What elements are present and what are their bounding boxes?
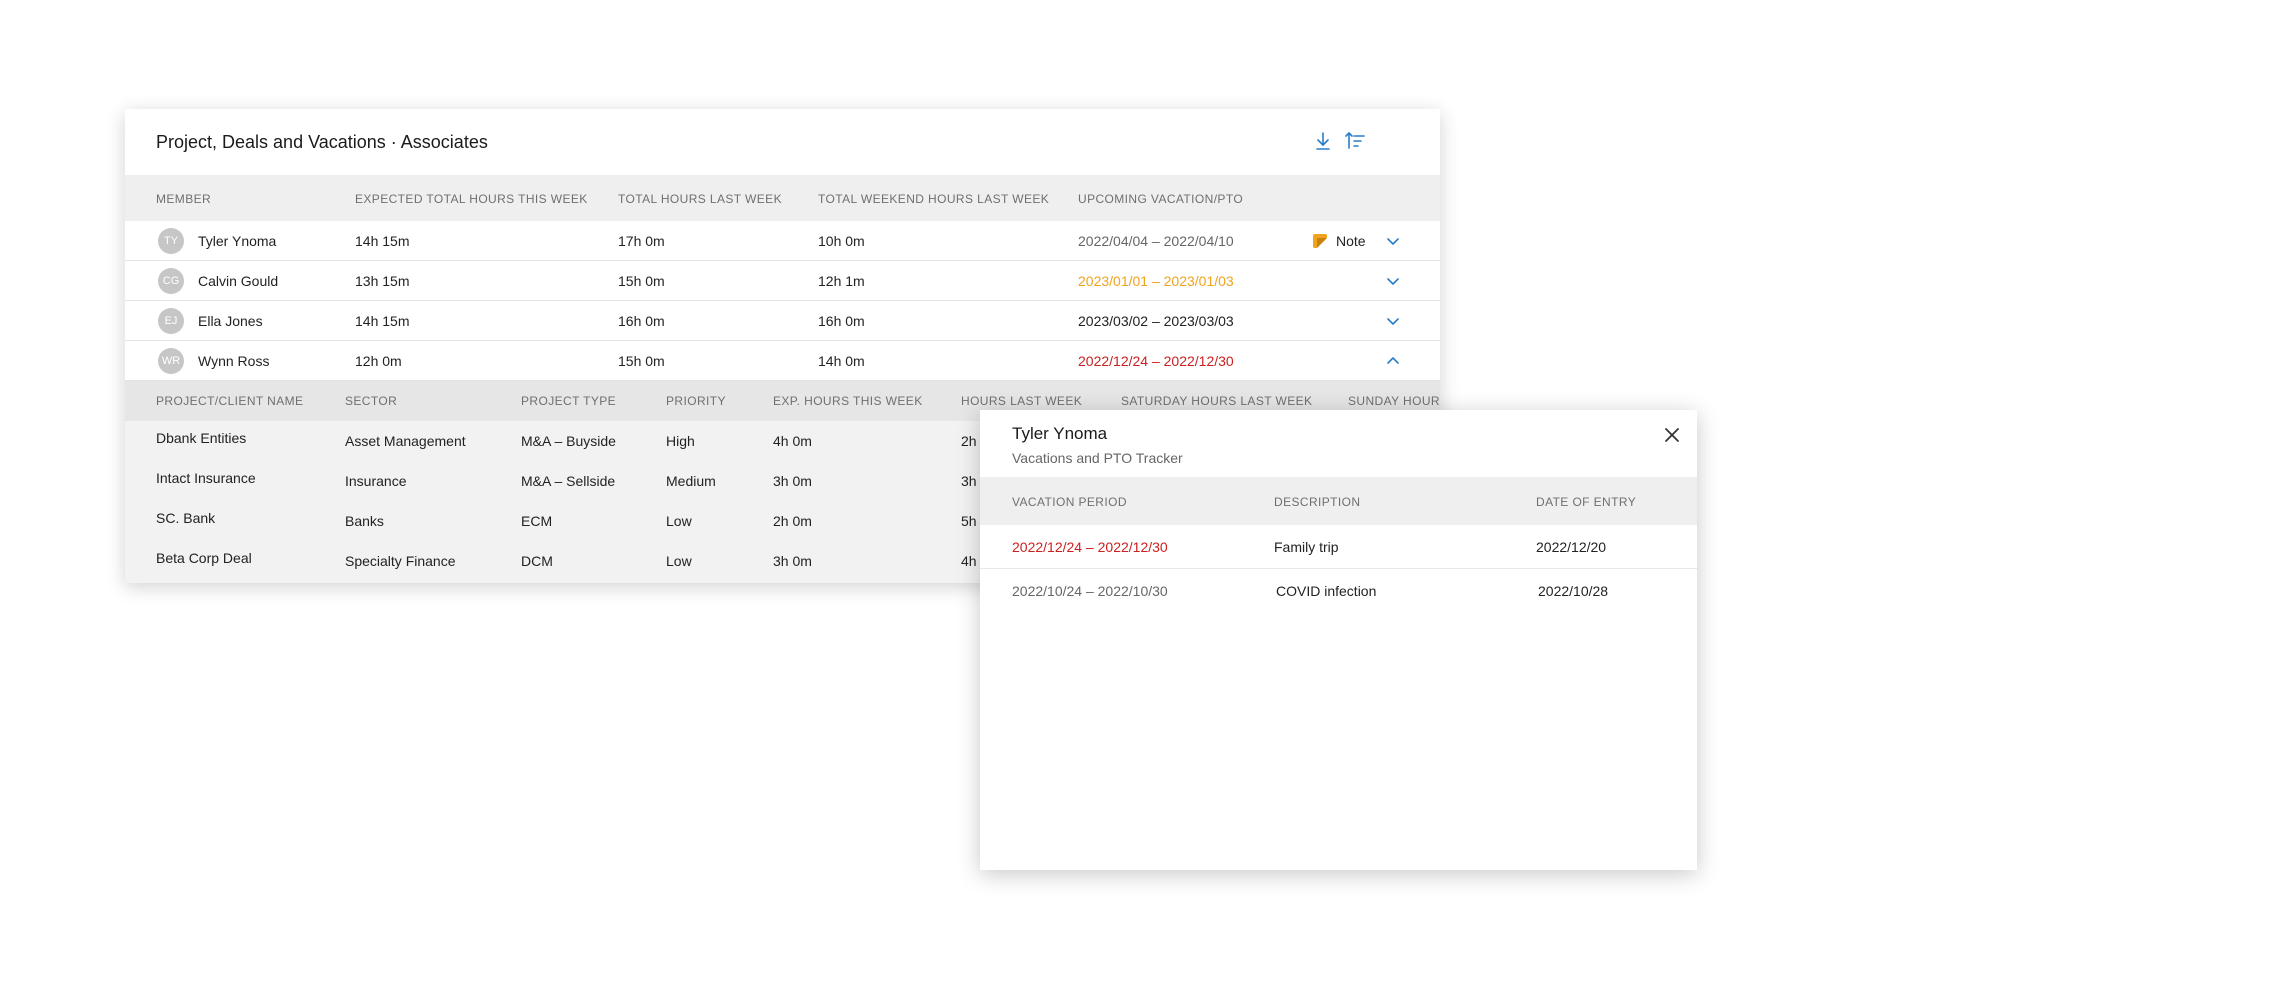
col-expected-hours[interactable]: EXPECTED TOTAL HOURS THIS WEEK [355, 192, 588, 206]
avatar: WR [158, 348, 184, 374]
download-icon[interactable] [1312, 130, 1334, 152]
project-sector: Banks [345, 513, 384, 529]
project-name: SC. Bank [156, 510, 216, 526]
total-hours-last-week: 16h 0m [618, 313, 665, 329]
vacation-period: 2023/03/02 – 2023/03/03 [1078, 313, 1234, 329]
project-sector: Specialty Finance [345, 553, 456, 569]
vacation-row[interactable]: 2022/10/24 – 2022/10/30 COVID infection … [980, 569, 1697, 613]
avatar: EJ [158, 308, 184, 334]
card-title: Project, Deals and Vacations · Associate… [156, 132, 488, 152]
vacation-entry-date: 2022/10/28 [1538, 583, 1609, 599]
col-exp-hours[interactable]: EXP. HOURS THIS WEEK [773, 394, 923, 408]
project-hours-last-week: 3h [961, 473, 977, 489]
total-hours-last-week: 15h 0m [618, 273, 665, 289]
table-row[interactable]: CG Calvin Gould 13h 15m 15h 0m 12h 1m 20… [125, 261, 1440, 301]
total-hours-last-week: 17h 0m [618, 233, 665, 249]
table-row[interactable]: WR Wynn Ross 12h 0m 15h 0m 14h 0m 2022/1… [125, 341, 1440, 381]
chevron-down-icon[interactable] [1384, 312, 1402, 330]
avatar: CG [158, 268, 184, 294]
chevron-down-icon[interactable] [1384, 272, 1402, 290]
sort-filter-icon[interactable] [1344, 130, 1366, 152]
weekend-hours: 12h 1m [818, 273, 865, 289]
note-label: Note [1336, 233, 1366, 249]
avatar: TY [158, 228, 184, 254]
project-name: Dbank Entities [156, 430, 247, 446]
chevron-up-icon[interactable] [1384, 352, 1402, 370]
col-weekend-hours[interactable]: TOTAL WEEKEND HOURS LAST WEEK [818, 192, 1049, 206]
project-sector: Asset Management [345, 433, 466, 449]
weekend-hours: 16h 0m [818, 313, 865, 329]
vacation-row[interactable]: 2022/12/24 – 2022/12/30 Family trip 2022… [980, 525, 1697, 569]
vacation-tracker-popup: Tyler Ynoma Vacations and PTO Tracker VA… [980, 410, 1697, 870]
col-sunday-hours[interactable]: SUNDAY HOURS [1348, 394, 1440, 408]
total-hours-last-week: 15h 0m [618, 353, 665, 369]
project-type: DCM [521, 553, 553, 569]
note-icon [1313, 234, 1327, 248]
project-hours-last-week: 5h [961, 513, 977, 529]
project-type: M&A – Sellside [521, 473, 616, 489]
expected-hours: 14h 15m [355, 233, 410, 249]
member-name: Wynn Ross [198, 353, 270, 369]
project-priority: Medium [666, 473, 716, 489]
project-priority: High [666, 433, 695, 449]
expected-hours: 12h 0m [355, 353, 402, 369]
project-priority: Low [666, 553, 692, 569]
vacation-period: 2022/12/24 – 2022/12/30 [1012, 539, 1168, 555]
project-priority: Low [666, 513, 692, 529]
card-header: Project, Deals and Vacations · Associate… [125, 109, 1440, 175]
col-sector[interactable]: SECTOR [345, 394, 397, 408]
col-total-hours-last-week[interactable]: TOTAL HOURS LAST WEEK [618, 192, 782, 206]
popup-table-header: VACATION PERIOD DESCRIPTION DATE OF ENTR… [980, 477, 1697, 525]
project-exp-hours: 3h 0m [773, 473, 812, 489]
vacation-description: COVID infection [1276, 583, 1377, 599]
vacation-period: 2022/04/04 – 2022/04/10 [1078, 233, 1234, 249]
col-saturday-hours[interactable]: SATURDAY HOURS LAST WEEK [1121, 394, 1312, 408]
expected-hours: 14h 15m [355, 313, 410, 329]
table-row[interactable]: EJ Ella Jones 14h 15m 16h 0m 16h 0m 2023… [125, 301, 1440, 341]
chevron-down-icon[interactable] [1384, 232, 1402, 250]
project-exp-hours: 4h 0m [773, 433, 812, 449]
project-name: Intact Insurance [156, 470, 256, 486]
project-type: M&A – Buyside [521, 433, 616, 449]
project-name: Beta Corp Deal [156, 550, 252, 566]
weekend-hours: 10h 0m [818, 233, 865, 249]
expected-hours: 13h 15m [355, 273, 410, 289]
project-sector: Insurance [345, 473, 407, 489]
col-vacation-period[interactable]: VACATION PERIOD [1012, 495, 1127, 509]
project-hours-last-week: 4h [961, 553, 977, 569]
popup-title: Tyler Ynoma [1012, 424, 1108, 443]
col-project-type[interactable]: PROJECT TYPE [521, 394, 616, 408]
table-row[interactable]: TY Tyler Ynoma 14h 15m 17h 0m 10h 0m 202… [125, 221, 1440, 261]
col-member[interactable]: MEMBER [156, 192, 211, 206]
col-upcoming-vacation[interactable]: UPCOMING VACATION/PTO [1078, 192, 1243, 206]
project-hours-last-week: 2h [961, 433, 977, 449]
col-hours-last-week[interactable]: HOURS LAST WEEK [961, 394, 1082, 408]
col-description[interactable]: DESCRIPTION [1274, 495, 1360, 509]
popup-subtitle: Vacations and PTO Tracker [1012, 450, 1183, 466]
vacation-period: 2022/10/24 – 2022/10/30 [1012, 583, 1168, 599]
vacation-description: Family trip [1274, 539, 1339, 555]
project-type: ECM [521, 513, 553, 529]
project-exp-hours: 2h 0m [773, 513, 812, 529]
close-icon[interactable] [1662, 425, 1682, 445]
member-name: Calvin Gould [198, 273, 279, 289]
weekend-hours: 14h 0m [818, 353, 865, 369]
vacation-period: 2022/12/24 – 2022/12/30 [1078, 353, 1234, 369]
table-header: MEMBER EXPECTED TOTAL HOURS THIS WEEK TO… [125, 175, 1440, 221]
col-date-of-entry[interactable]: DATE OF ENTRY [1536, 495, 1636, 509]
vacation-entry-date: 2022/12/20 [1536, 539, 1607, 555]
member-name: Tyler Ynoma [198, 233, 277, 249]
project-exp-hours: 3h 0m [773, 553, 812, 569]
col-priority[interactable]: PRIORITY [666, 394, 726, 408]
vacation-period: 2023/01/01 – 2023/01/03 [1078, 273, 1234, 289]
col-project-client[interactable]: PROJECT/CLIENT NAME [156, 394, 303, 408]
member-name: Ella Jones [198, 313, 263, 329]
